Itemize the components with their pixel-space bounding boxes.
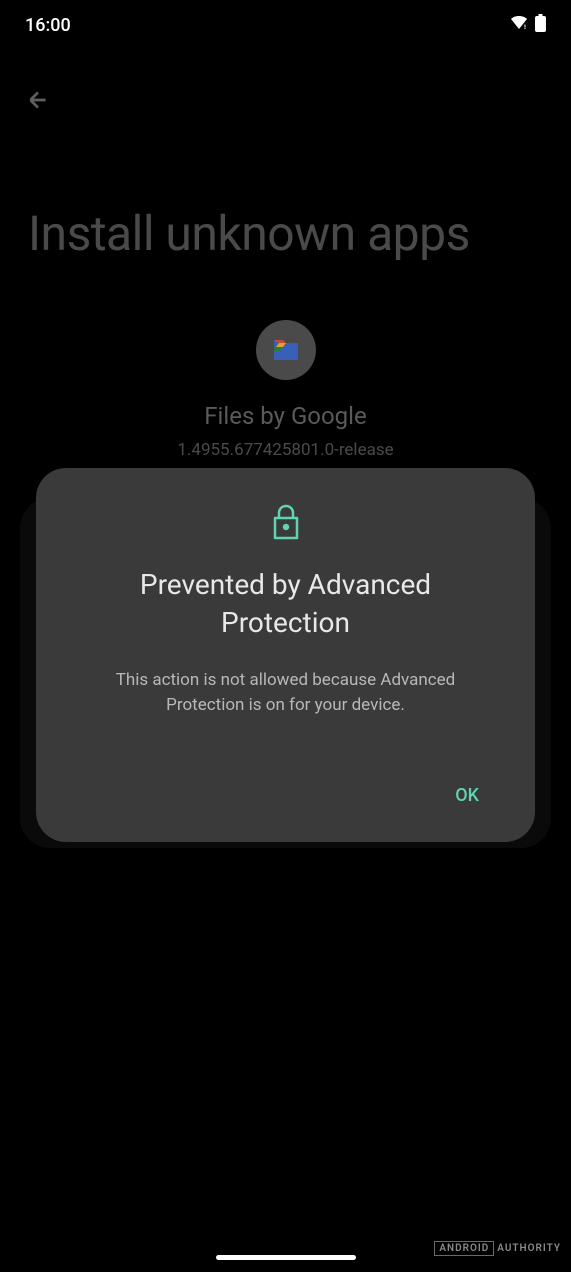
- battery-icon: [535, 14, 546, 37]
- navigation-gesture-bar[interactable]: [216, 1255, 356, 1260]
- dialog-title: Prevented by Advanced Protection: [66, 566, 505, 642]
- watermark-text: AUTHORITY: [497, 1243, 561, 1254]
- status-bar: 16:00: [0, 0, 571, 50]
- back-button[interactable]: [18, 82, 58, 122]
- app-info-section: Files by Google 1.4955.677425801.0-relea…: [0, 320, 571, 460]
- arrow-back-icon: [25, 87, 51, 117]
- lock-icon: [271, 504, 301, 544]
- status-time: 16:00: [25, 15, 71, 36]
- watermark-brand: ANDROID: [434, 1241, 494, 1256]
- page-title: Install unknown apps: [28, 205, 470, 262]
- ok-button[interactable]: OK: [439, 775, 495, 816]
- watermark: ANDROIDAUTHORITY: [434, 1243, 561, 1254]
- dialog-actions: OK: [66, 775, 505, 816]
- app-name: Files by Google: [204, 402, 366, 430]
- wifi-icon: [509, 15, 529, 36]
- alert-dialog: Prevented by Advanced Protection This ac…: [36, 468, 535, 842]
- app-icon: [256, 320, 316, 380]
- app-version: 1.4955.677425801.0-release: [177, 440, 393, 460]
- files-app-icon: [271, 337, 301, 363]
- dialog-message: This action is not allowed because Advan…: [66, 668, 505, 719]
- status-icons: [509, 14, 546, 37]
